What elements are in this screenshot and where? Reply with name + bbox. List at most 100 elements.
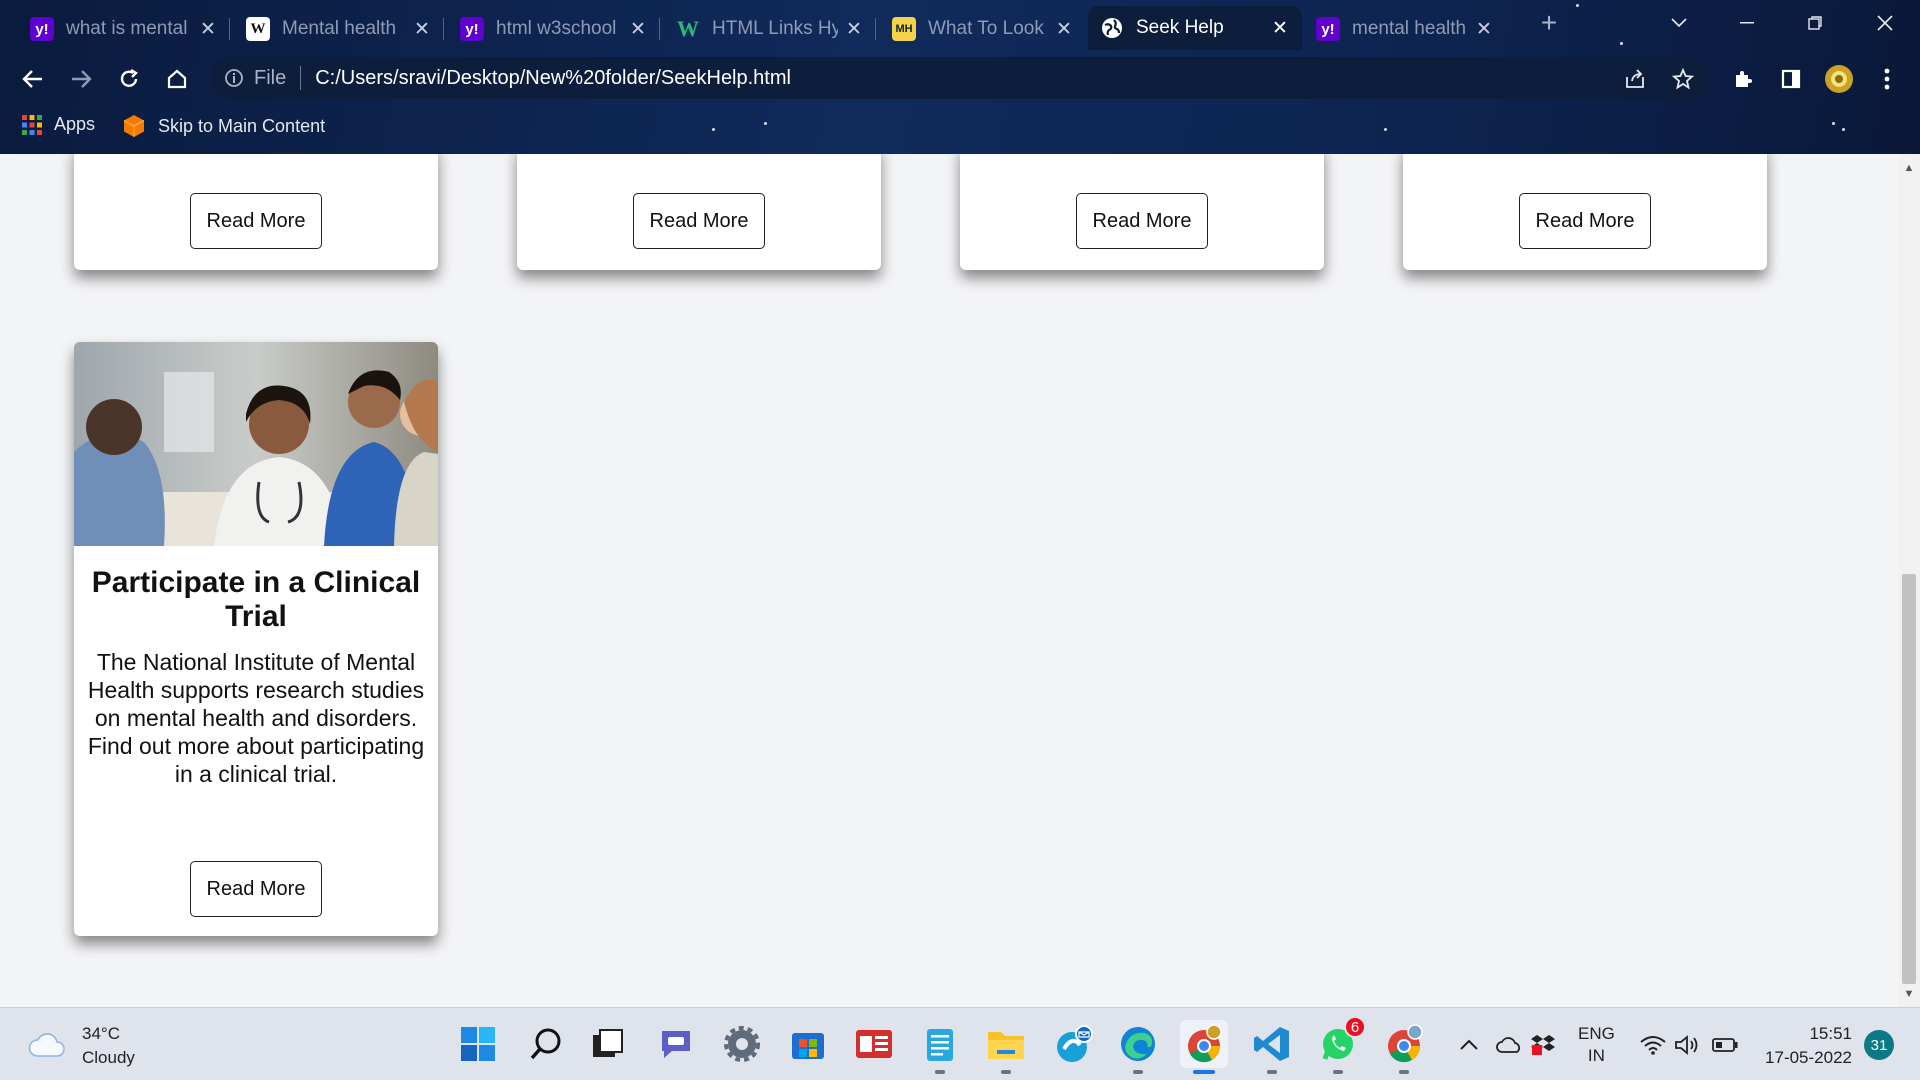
close-icon[interactable]: ✕ [198, 18, 218, 41]
whatsapp-icon[interactable]: 6 [1314, 1016, 1366, 1074]
vscode-icon[interactable] [1248, 1020, 1296, 1074]
notification-center-badge[interactable]: 31 [1864, 1030, 1894, 1060]
read-more-button[interactable]: Read More [633, 193, 765, 249]
tab-mental-health[interactable]: W Mental health ✕ [234, 8, 444, 50]
store-icon[interactable] [784, 1020, 832, 1068]
page-viewport: Read More Read More Read More Read More [0, 154, 1898, 1007]
divider [300, 66, 302, 90]
extensions-puzzle-icon[interactable] [1726, 62, 1760, 96]
news-icon[interactable] [850, 1020, 898, 1068]
running-indicator [1333, 1070, 1343, 1074]
weather-widget[interactable]: 34°C Cloudy [28, 1022, 135, 1070]
close-icon[interactable]: ✕ [1270, 17, 1290, 40]
edge-icon[interactable] [1114, 1020, 1162, 1074]
tab-title: html w3school [496, 18, 617, 39]
url-text[interactable]: C:/Users/sravi/Desktop/New%20folder/Seek… [315, 67, 791, 90]
browser-frame: y! what is mental ✕ W Mental health ✕ y!… [0, 0, 1920, 154]
info-icon[interactable] [224, 68, 244, 88]
system-clock[interactable]: 15:51 17-05-2022 [1752, 1022, 1852, 1070]
tab-title: Mental health [282, 18, 397, 39]
wifi-icon[interactable] [1640, 1008, 1666, 1080]
back-arrow-icon[interactable] [16, 62, 50, 96]
tab-what-to-look[interactable]: MH What To Look ✕ [880, 8, 1086, 50]
notification-badge: 6 [1344, 1016, 1366, 1038]
region-code: IN [1587, 1045, 1605, 1065]
onedrive-cloud-icon[interactable] [1496, 1008, 1524, 1080]
new-tab-plus-icon[interactable]: + [1526, 7, 1572, 38]
running-indicator [1267, 1070, 1277, 1074]
task-view-icon[interactable] [584, 1020, 632, 1068]
apps-grid-icon [22, 114, 42, 135]
resource-card: Read More [1403, 154, 1767, 270]
read-more-button[interactable]: Read More [190, 193, 322, 249]
weather-temp: 34°C [82, 1024, 120, 1043]
profile-avatar-icon[interactable] [1822, 62, 1856, 96]
running-indicator [935, 1070, 945, 1074]
show-hidden-icons-chevron-icon[interactable] [1460, 1008, 1478, 1080]
dropbox-icon[interactable] [1530, 1008, 1556, 1080]
close-icon[interactable]: ✕ [844, 18, 864, 41]
side-panel-icon[interactable] [1774, 62, 1808, 96]
close-icon[interactable]: ✕ [1054, 18, 1074, 41]
chrome-icon[interactable] [1180, 1020, 1228, 1074]
address-bar[interactable]: File C:/Users/sravi/Desktop/New%20folder… [210, 57, 1710, 99]
restore-icon[interactable] [1792, 8, 1838, 38]
bookmark-star-icon[interactable] [1666, 62, 1700, 96]
yahoo-icon: y! [460, 17, 484, 41]
settings-icon[interactable] [718, 1020, 766, 1068]
globe-icon [1100, 16, 1124, 40]
yahoo-icon: y! [1316, 17, 1340, 41]
tab-mental-health-yahoo[interactable]: y! mental health ✕ [1304, 8, 1506, 50]
tab-title: what is mental [66, 18, 188, 39]
share-icon[interactable] [1618, 62, 1652, 96]
read-more-button[interactable]: Read More [1076, 193, 1208, 249]
chrome-profile-icon[interactable] [1380, 1020, 1428, 1074]
close-window-icon[interactable] [1862, 8, 1908, 38]
vertical-scrollbar[interactable]: ▲ ▼ [1898, 154, 1920, 1007]
tab-search-chevron-icon[interactable] [1656, 8, 1702, 38]
running-indicator [1399, 1070, 1409, 1074]
card-description: The National Institute of Mental Health … [87, 649, 425, 787]
running-indicator [1133, 1070, 1143, 1074]
bookmark-apps[interactable]: Apps [22, 114, 95, 135]
read-more-button[interactable]: Read More [1519, 193, 1651, 249]
home-icon[interactable] [160, 62, 194, 96]
scroll-down-icon[interactable]: ▼ [1903, 988, 1915, 1000]
tab-what-is-mental[interactable]: y! what is mental ✕ [18, 8, 230, 50]
scheme-label: File [254, 66, 287, 89]
volume-icon[interactable] [1674, 1008, 1700, 1080]
tab-html-w3school[interactable]: y! html w3school ✕ [448, 8, 660, 50]
wikipedia-icon: W [246, 17, 270, 41]
card-photo [74, 342, 438, 546]
reload-icon[interactable] [112, 62, 146, 96]
close-icon[interactable]: ✕ [628, 18, 648, 41]
notepad-icon[interactable] [916, 1020, 964, 1074]
bookmark-skip-to-main[interactable]: Skip to Main Content [122, 114, 325, 138]
scrollbar-thumb[interactable] [1902, 574, 1916, 984]
search-icon[interactable] [522, 1020, 570, 1068]
minimize-icon[interactable] [1724, 8, 1770, 38]
menu-kebab-icon[interactable] [1870, 62, 1904, 96]
yahoo-icon: y! [30, 17, 54, 41]
taskbar: 34°C Cloudy 6 ENG IN 15:51 17-05-2022 31 [0, 1007, 1920, 1080]
tab-title: What To Look [928, 18, 1044, 39]
language-indicator[interactable]: ENG IN [1578, 1008, 1615, 1080]
read-more-button[interactable]: Read More [190, 861, 322, 917]
tab-seek-help[interactable]: Seek Help ✕ [1088, 6, 1302, 50]
close-icon[interactable]: ✕ [412, 18, 432, 41]
edge-mail-icon[interactable] [1050, 1020, 1098, 1068]
tab-html-links[interactable]: W HTML Links Hy ✕ [664, 8, 876, 50]
forward-arrow-icon[interactable] [64, 62, 98, 96]
close-icon[interactable]: ✕ [1474, 18, 1494, 41]
resource-card: Read More [960, 154, 1324, 270]
tab-title: Seek Help [1136, 17, 1224, 38]
cloud-icon [28, 1030, 66, 1063]
battery-icon[interactable] [1712, 1008, 1738, 1080]
tab-title: HTML Links Hy [712, 18, 838, 39]
clock-date: 17-05-2022 [1765, 1048, 1852, 1067]
scroll-up-icon[interactable]: ▲ [1903, 162, 1915, 174]
file-explorer-icon[interactable] [982, 1020, 1030, 1074]
resource-card: Read More [74, 154, 438, 270]
start-icon[interactable] [454, 1020, 502, 1068]
teams-chat-icon[interactable] [652, 1020, 700, 1068]
